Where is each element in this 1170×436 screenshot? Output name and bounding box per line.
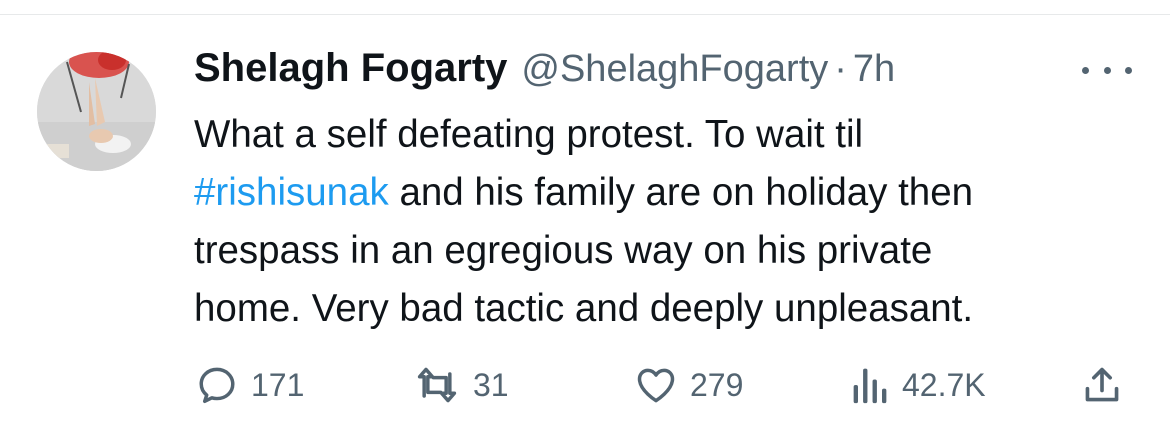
tweet-text-line: What a self defeating protest. To wait t… bbox=[194, 106, 1154, 164]
more-icon[interactable] bbox=[1082, 58, 1132, 82]
more-dot bbox=[1125, 66, 1132, 74]
tweet-text-line: #rishisunak and his family are on holida… bbox=[194, 164, 1154, 222]
avatar-image bbox=[37, 52, 156, 171]
views-button[interactable]: 42.7K bbox=[850, 355, 986, 415]
heart-icon bbox=[637, 368, 675, 403]
avatar[interactable] bbox=[37, 52, 156, 171]
share-button[interactable] bbox=[1082, 355, 1122, 415]
retweet-button[interactable]: 31 bbox=[413, 355, 509, 415]
tweet-actions: 171 31 279 42.7K bbox=[0, 355, 1170, 415]
tweet-text-line: trespass in an egregious way on his priv… bbox=[194, 222, 1154, 280]
tweet-text-segment: and his family are on holiday then bbox=[388, 171, 974, 214]
author-name[interactable]: Shelagh Fogarty bbox=[194, 46, 507, 91]
separator-dot: · bbox=[834, 48, 847, 90]
share-icon bbox=[1085, 367, 1119, 402]
retweet-count: 31 bbox=[473, 366, 509, 403]
tweet-text-segment: home. Very bad tactic and deeply unpleas… bbox=[194, 287, 974, 330]
reply-icon bbox=[199, 367, 235, 404]
like-button[interactable]: 279 bbox=[634, 355, 743, 415]
reply-count: 171 bbox=[251, 366, 305, 403]
reply-button[interactable]: 171 bbox=[195, 355, 304, 415]
more-dot bbox=[1082, 66, 1089, 74]
more-dot bbox=[1103, 66, 1111, 74]
tweet-text-segment: trespass in an egregious way on his priv… bbox=[194, 229, 933, 272]
tweet-timestamp[interactable]: 7h bbox=[853, 48, 895, 91]
top-divider bbox=[0, 14, 1170, 15]
author-handle[interactable]: @ShelaghFogarty bbox=[521, 48, 828, 91]
tweet-text-line: home. Very bad tactic and deeply unpleas… bbox=[194, 280, 1154, 338]
views-count: 42.7K bbox=[902, 366, 986, 403]
hashtag-link[interactable]: #rishisunak bbox=[194, 171, 389, 214]
tweet-text-segment: What a self defeating protest. To wait t… bbox=[194, 113, 864, 156]
tweet-header: Shelagh Fogarty @ShelaghFogarty · 7h bbox=[194, 46, 1074, 98]
views-icon bbox=[853, 368, 887, 404]
retweet-icon bbox=[417, 367, 457, 403]
like-count: 279 bbox=[690, 366, 744, 403]
tweet-text: What a self defeating protest. To wait t… bbox=[194, 106, 1154, 338]
